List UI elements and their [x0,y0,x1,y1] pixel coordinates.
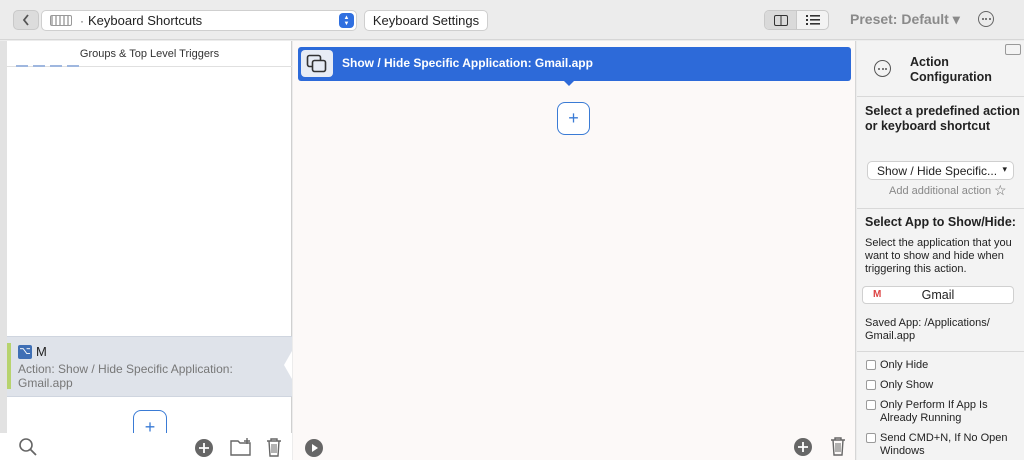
more-options-icon[interactable] [874,60,891,77]
toolbar: · Keyboard Shortcuts ▲ ▼ Keyboard Setting… [0,0,1024,40]
predefined-heading: Select a predefined action or keyboard s… [865,104,1020,133]
divider [857,351,1024,352]
add-folder-icon[interactable] [230,438,252,456]
list-icon [805,15,820,25]
more-options-icon[interactable] [978,11,994,27]
star-icon[interactable]: ☆ [994,182,1007,199]
add-circle-icon[interactable] [793,437,813,457]
only-show-checkbox[interactable]: Only Show [866,379,1021,392]
left-bottom-bar [0,433,292,460]
windows-icon [301,50,333,77]
checkbox-label: Only Perform If App Is Already Running [880,399,988,424]
only-if-running-checkbox[interactable]: Only Perform If App Is Already Running [866,399,1021,425]
plus-icon: + [568,108,579,128]
triggers-panel: Groups & Top Level Triggers ⌥ M Action: … [0,41,292,460]
actions-panel: Show / Hide Specific Application: Gmail.… [293,41,856,460]
saved-app-path: Saved App: /Applications/ Gmail.app [865,317,990,342]
trigger-type-selector[interactable]: · Keyboard Shortcuts ▲ ▼ [41,10,357,31]
app-heading: Select App to Show/Hide: [865,215,1016,229]
send-cmd-n-checkbox[interactable]: Send CMD+N, If No Open Windows [866,432,1021,458]
keyboard-icon [50,15,72,26]
app-description: Select the application that you want to … [865,237,1012,275]
trash-icon[interactable] [266,437,282,457]
checkbox-label: Only Show [880,379,934,391]
only-hide-checkbox[interactable]: Only Hide [866,359,1021,372]
checkbox-label: Only Hide [880,359,929,371]
chevron-left-icon [22,14,29,26]
trigger-description: Action: Show / Hide Specific Application… [18,362,233,390]
group-chips [16,63,79,67]
updown-chevron-icon: ▲ ▼ [339,13,354,28]
column-view-button[interactable] [765,11,797,29]
chevron-down-icon: ▾ [1002,164,1007,174]
checkbox-label: Send CMD+N, If No Open Windows [880,432,1008,457]
config-header: Action Configuration [857,41,1024,97]
predefined-action-select[interactable]: Show / Hide Specific... ▾ [867,161,1014,180]
trigger-color-bar [7,343,11,389]
window-icon[interactable] [1005,44,1021,55]
back-button[interactable] [13,10,39,30]
trigger-row[interactable]: ⌥ M Action: Show / Hide Specific Applica… [7,336,292,397]
checkbox-icon [866,433,876,443]
view-mode-toggle [764,10,829,30]
checkbox-icon [866,380,876,390]
keyboard-settings-button[interactable]: Keyboard Settings [364,10,488,31]
action-row[interactable]: Show / Hide Specific Application: Gmail.… [298,47,851,86]
action-configuration-panel: Action Configuration Select a predefined… [857,41,1024,460]
action-pointer [563,80,575,86]
predefined-action-value: Show / Hide Specific... [877,163,998,178]
trigger-key: M [36,344,47,359]
play-icon[interactable] [304,438,324,458]
trigger-type-label: Keyboard Shortcuts [88,13,203,28]
add-additional-action-label: Add additional action [889,185,992,197]
divider [857,208,1024,209]
list-view-button[interactable] [797,11,828,29]
option-key-icon: ⌥ [18,345,32,359]
select-app-button[interactable]: M Gmail [862,286,1014,304]
gmail-icon: M [873,289,882,300]
panel-edge [0,41,7,460]
columns-icon [773,14,788,26]
trash-icon[interactable] [830,436,846,456]
preset-selector[interactable]: Preset: Default ▾ [850,11,960,28]
selection-pointer [284,351,292,379]
app-name: Gmail [921,288,955,302]
add-action-button[interactable]: + [557,102,590,135]
checkbox-icon [866,400,876,410]
separator-dot: · [80,13,84,28]
checkbox-icon [866,360,876,370]
action-label: Show / Hide Specific Application: Gmail.… [342,56,593,70]
config-title: Action Configuration [910,55,992,84]
search-icon[interactable] [18,437,38,457]
add-circle-icon[interactable] [194,438,214,458]
